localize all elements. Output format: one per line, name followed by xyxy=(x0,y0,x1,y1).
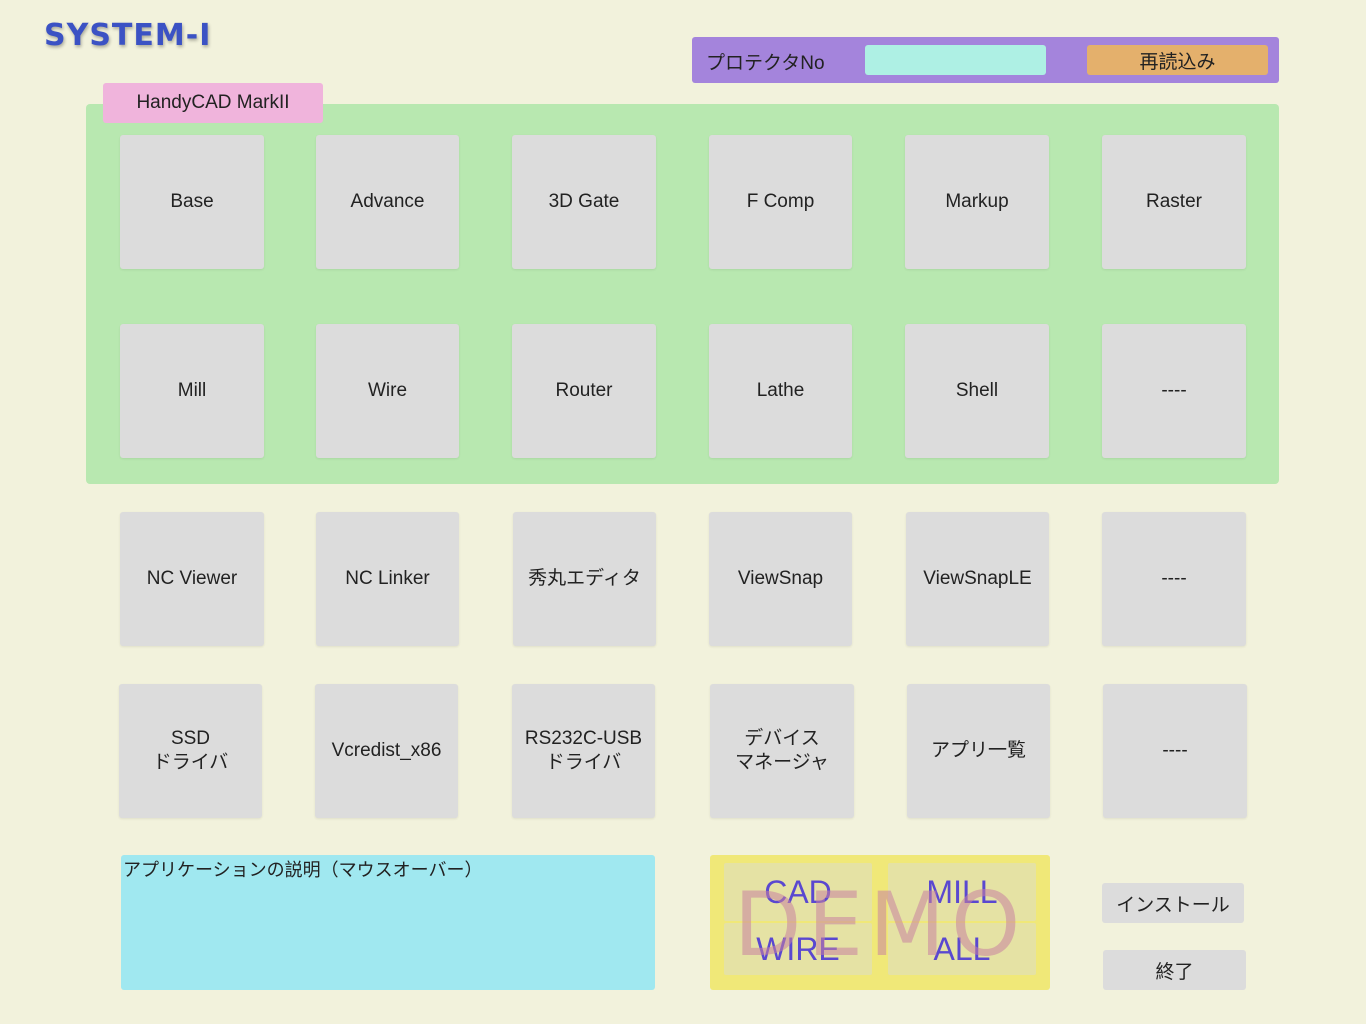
app-tile-app-list[interactable]: アプリ一覧 xyxy=(907,684,1050,818)
app-tile-ssd-driver[interactable]: SSD ドライバ xyxy=(119,684,262,818)
app-tile-device-manager[interactable]: デバイス マネージャ xyxy=(710,684,854,818)
app-description-text: アプリケーションの説明（マウスオーバー） xyxy=(123,860,483,880)
demo-panel: CAD MILL WIRE ALL DEMO xyxy=(710,855,1050,990)
app-tile-wire[interactable]: Wire xyxy=(316,324,459,458)
app-tile-markup[interactable]: Markup xyxy=(905,135,1049,269)
app-tile-shell[interactable]: Shell xyxy=(905,324,1049,458)
app-tile-viewsnaple[interactable]: ViewSnapLE xyxy=(906,512,1049,646)
app-tile-empty[interactable]: ---- xyxy=(1102,324,1246,458)
app-tile-hidemaru-editor[interactable]: 秀丸エディタ xyxy=(513,512,656,646)
app-tile-router[interactable]: Router xyxy=(512,324,656,458)
app-tile-3d-gate[interactable]: 3D Gate xyxy=(512,135,656,269)
handycad-group-label: HandyCAD MarkII xyxy=(103,83,323,123)
app-tile-advance[interactable]: Advance xyxy=(316,135,459,269)
demo-cad-button[interactable]: CAD xyxy=(724,863,872,921)
app-description-panel: アプリケーションの説明（マウスオーバー） xyxy=(121,855,655,990)
demo-mill-button[interactable]: MILL xyxy=(888,863,1036,921)
app-tile-nc-linker[interactable]: NC Linker xyxy=(316,512,459,646)
demo-wire-button[interactable]: WIRE xyxy=(724,923,872,975)
app-tile-base[interactable]: Base xyxy=(120,135,264,269)
reload-button[interactable]: 再読込み xyxy=(1087,45,1268,75)
app-tile-rs232c-usb-driver[interactable]: RS232C-USB ドライバ xyxy=(512,684,655,818)
app-tile-viewsnap[interactable]: ViewSnap xyxy=(709,512,852,646)
app-tile-nc-viewer[interactable]: NC Viewer xyxy=(120,512,264,646)
app-tile-mill[interactable]: Mill xyxy=(120,324,264,458)
app-tile-empty[interactable]: ---- xyxy=(1102,512,1246,646)
app-tile-empty[interactable]: ---- xyxy=(1103,684,1247,818)
protector-bar: プロテクタNo 再読込み xyxy=(692,37,1279,83)
app-tile-vcredist-x86[interactable]: Vcredist_x86 xyxy=(315,684,458,818)
protector-number-input[interactable] xyxy=(865,45,1046,75)
demo-all-button[interactable]: ALL xyxy=(888,923,1036,975)
app-tile-lathe[interactable]: Lathe xyxy=(709,324,852,458)
protector-label: プロテクタNo xyxy=(706,53,825,74)
app-title: SYSTEM-I xyxy=(44,18,212,53)
app-tile-raster[interactable]: Raster xyxy=(1102,135,1246,269)
exit-button[interactable]: 終了 xyxy=(1103,950,1246,990)
handycad-group-panel xyxy=(86,104,1279,484)
install-button[interactable]: インストール xyxy=(1102,883,1244,923)
app-tile-f-comp[interactable]: F Comp xyxy=(709,135,852,269)
